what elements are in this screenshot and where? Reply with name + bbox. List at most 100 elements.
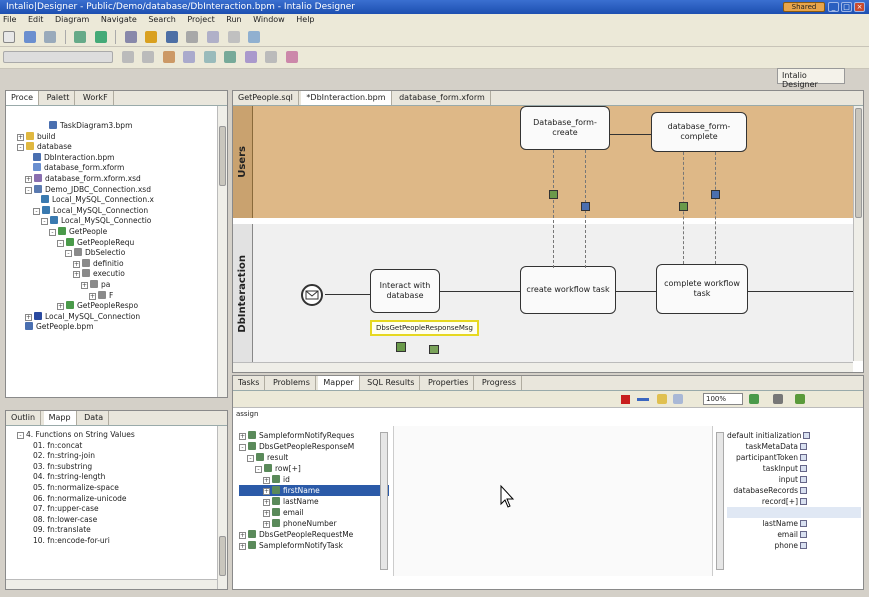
tree-item[interactable]: - DbSelectio — [9, 248, 214, 259]
collapse-icon[interactable]: - — [65, 250, 72, 258]
expand-icon[interactable]: + — [263, 521, 270, 528]
layout-icon[interactable] — [749, 394, 759, 404]
tree-item[interactable]: GetPeople.bpm — [9, 322, 214, 333]
menu-help[interactable]: Help — [296, 15, 314, 24]
expand-icon[interactable] — [795, 394, 805, 404]
target-tree-item[interactable]: phone — [727, 540, 807, 551]
task-create-workflow-task[interactable]: create workflow task — [520, 266, 616, 314]
target-tree-item[interactable]: input — [727, 474, 807, 485]
target-tree-item[interactable]: taskMetaData — [727, 441, 807, 452]
save-icon[interactable] — [23, 31, 36, 43]
menu-navigate[interactable]: Navigate — [101, 15, 137, 24]
expand-icon[interactable]: + — [57, 303, 64, 311]
tree-item[interactable]: + phoneNumber — [239, 518, 389, 529]
expand-icon[interactable]: + — [73, 260, 80, 268]
mapper-canvas[interactable] — [393, 426, 713, 576]
tab-data[interactable]: Data — [79, 411, 110, 425]
bold-icon[interactable] — [121, 51, 134, 63]
target-tree-item[interactable]: email — [727, 529, 807, 540]
tab-problems[interactable]: Problems — [268, 376, 316, 390]
collapse-icon[interactable]: - — [17, 144, 24, 152]
tree-item[interactable]: - Local_MySQL_Connection — [9, 205, 214, 217]
tree-item[interactable]: + build — [9, 131, 214, 143]
zoom-icon[interactable] — [285, 51, 298, 63]
menu-diagram[interactable]: Diagram — [55, 15, 89, 24]
distribute-icon[interactable] — [265, 51, 278, 63]
message-icon[interactable] — [549, 190, 558, 199]
deploy-icon[interactable] — [165, 31, 178, 43]
tab-tasks[interactable]: Tasks — [233, 376, 266, 390]
scroll-thumb[interactable] — [219, 536, 226, 576]
tree-item[interactable]: DbInteraction.bpm — [9, 152, 214, 164]
tree-item[interactable]: 04. fn:string-length — [9, 472, 214, 483]
undo-icon[interactable] — [227, 31, 240, 43]
line-color-icon[interactable] — [244, 51, 257, 63]
tree-item[interactable]: + SampleformNotifyTask — [239, 540, 389, 551]
redo-icon[interactable] — [248, 31, 261, 43]
line-style-icon[interactable] — [183, 51, 196, 63]
tree-item[interactable]: - GetPeople — [9, 226, 214, 238]
layout-icon[interactable] — [207, 31, 220, 43]
tab-database-form[interactable]: database_form.xform — [394, 91, 491, 105]
tree-item[interactable]: - result — [239, 452, 389, 463]
target-tree-item[interactable]: participantToken — [727, 452, 807, 463]
maximize-button[interactable]: □ — [841, 2, 852, 12]
expand-icon[interactable]: + — [263, 499, 270, 506]
minimize-button[interactable]: _ — [828, 2, 839, 12]
start-message-event[interactable] — [301, 284, 323, 306]
target-tree-item[interactable]: default initialization — [727, 430, 811, 441]
tab-mapping[interactable]: Mapp — [43, 411, 77, 425]
tree-item[interactable]: - database — [9, 142, 214, 153]
expand-icon[interactable]: + — [263, 477, 270, 484]
tree-item[interactable]: + definitio — [9, 258, 214, 270]
stop-icon[interactable] — [621, 395, 630, 404]
scroll-thumb[interactable] — [855, 108, 862, 218]
tree-item[interactable]: + firstName — [239, 485, 389, 496]
message-icon[interactable] — [396, 342, 406, 352]
tree-item[interactable]: + id — [239, 474, 389, 485]
task-database-form-complete[interactable]: database_form-complete — [651, 112, 747, 152]
menu-run[interactable]: Run — [226, 15, 241, 24]
message-icon[interactable] — [581, 202, 590, 211]
expand-icon[interactable]: + — [81, 281, 88, 289]
tab-mapper[interactable]: Mapper — [318, 376, 360, 390]
fill-color-icon[interactable] — [224, 51, 237, 63]
arrange-icon[interactable] — [203, 51, 216, 63]
tree-item[interactable]: database_form.xform — [9, 163, 214, 174]
collapse-icon[interactable]: - — [247, 455, 254, 462]
tree-item[interactable]: + executio — [9, 269, 214, 280]
expand-icon[interactable]: + — [239, 433, 246, 440]
search-icon[interactable] — [124, 31, 137, 43]
arrow-right-icon[interactable] — [637, 398, 649, 401]
tree-item[interactable]: + lastName — [239, 496, 389, 507]
tree-item[interactable]: 08. fn:lower-case — [9, 515, 214, 526]
target-tree-item[interactable]: lastName — [727, 518, 807, 529]
menu-search[interactable]: Search — [148, 15, 175, 24]
target-tree-item[interactable]: record[+] — [727, 496, 807, 507]
close-button[interactable]: × — [854, 2, 865, 12]
task-interact-with-database[interactable]: Interact with database — [370, 269, 440, 313]
menu-edit[interactable]: Edit — [28, 15, 44, 24]
tree-item[interactable]: - DbsGetPeopleResponseM — [239, 441, 389, 452]
message-icon[interactable] — [711, 190, 720, 199]
functions-hscroll[interactable] — [6, 579, 227, 589]
tab-getpeople-sql[interactable]: GetPeople.sql — [233, 91, 299, 105]
tab-progress[interactable]: Progress — [477, 376, 523, 390]
tab-workflow[interactable]: WorkF — [78, 91, 114, 105]
collapse-icon[interactable]: - — [25, 186, 32, 194]
tree-item[interactable]: Local_MySQL_Connection.x — [9, 195, 214, 206]
dbinteraction-lane[interactable]: DbInteraction Interact with database cre… — [233, 224, 853, 363]
tree-item[interactable]: 09. fn:translate — [9, 525, 214, 536]
font-combo[interactable] — [3, 51, 113, 63]
collapse-icon[interactable]: - — [41, 218, 48, 226]
align-icon[interactable] — [186, 31, 199, 43]
menu-project[interactable]: Project — [187, 15, 214, 24]
tree-item[interactable]: + GetPeopleRespo — [9, 301, 214, 312]
debug-icon[interactable] — [74, 31, 87, 43]
collapse-icon[interactable]: - — [49, 228, 56, 236]
tree-item[interactable]: - Local_MySQL_Connectio — [9, 216, 214, 227]
tree-item[interactable]: + F — [9, 290, 214, 302]
expand-icon[interactable]: + — [263, 488, 270, 495]
tree-item[interactable]: 10. fn:encode-for-uri — [9, 536, 214, 547]
zoom-select[interactable]: 100% — [703, 393, 743, 405]
